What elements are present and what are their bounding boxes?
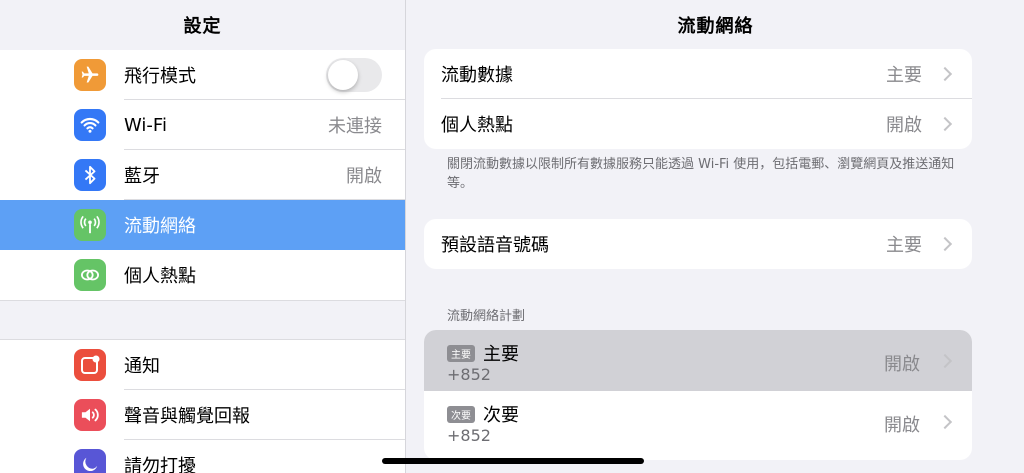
bluetooth-status: 開啟 [346, 166, 382, 187]
row-label: 預設語音號碼 [441, 235, 549, 256]
airplane-icon [74, 59, 106, 91]
row-value: 主要 [886, 65, 922, 86]
group-spacer [0, 300, 405, 340]
sidebar-title: 設定 [183, 16, 222, 37]
wifi-status: 未連接 [328, 116, 382, 137]
row-label: 個人熱點 [441, 115, 513, 136]
personal-hotspot-row[interactable]: 個人熱點 開啟 [424, 99, 972, 149]
sidebar-item-airplane-mode[interactable]: 飛行模式 [0, 50, 405, 100]
sidebar-item-label: 請勿打擾 [124, 456, 196, 473]
toggle-knob [328, 60, 358, 90]
bluetooth-icon [74, 159, 106, 191]
sidebar-item-wifi[interactable]: Wi-Fi 未連接 [0, 100, 405, 150]
plan-number: +852 [447, 426, 491, 445]
sidebar-item-bluetooth[interactable]: 藍牙 開啟 [0, 150, 405, 200]
sidebar-group-notifications: 通知 聲音與觸覺回報 請勿打擾 [0, 340, 405, 473]
sidebar-item-notifications[interactable]: 通知 [0, 340, 405, 390]
chevron-right-icon [937, 116, 953, 132]
cellular-data-footnote: 關閉流動數據以限制所有數據服務只能透過 Wi-Fi 使用，包括電郵、瀏覽網頁及推… [447, 157, 955, 191]
antenna-icon [74, 209, 106, 241]
cellular-data-row[interactable]: 流動數據 主要 [424, 49, 972, 99]
hotspot-icon [74, 259, 106, 291]
sidebar-item-label: 個人熱點 [124, 266, 196, 287]
notification-icon [74, 349, 106, 381]
plan-name: 主要 [483, 344, 519, 365]
cellular-data-card: 流動數據 主要 個人熱點 開啟 [424, 49, 972, 149]
sidebar-item-label: 通知 [124, 356, 160, 377]
cellular-plans-card: 主要 主要 +852 開啟 次要 次要 +852 開啟 [424, 330, 972, 460]
sidebar-item-label: 藍牙 [124, 166, 160, 187]
plan-name: 次要 [483, 405, 519, 426]
chevron-right-icon [937, 414, 953, 429]
detail-title: 流動網絡 [677, 16, 754, 37]
plan-row-secondary[interactable]: 次要 次要 +852 開啟 [424, 391, 972, 452]
moon-icon [74, 449, 106, 473]
settings-sidebar: 設定 飛行模式 Wi-Fi 未連接 藍牙 開啟 流動網絡 個人熱點 通知 聲音與… [0, 0, 406, 473]
row-label: 流動數據 [441, 65, 513, 86]
sidebar-item-cellular[interactable]: 流動網絡 [0, 200, 405, 250]
wifi-icon [74, 109, 106, 141]
sidebar-item-sounds[interactable]: 聲音與觸覺回報 [0, 390, 405, 440]
airplane-mode-toggle[interactable] [326, 58, 382, 92]
chevron-right-icon [937, 66, 953, 82]
sidebar-item-label: Wi-Fi [124, 114, 167, 136]
sidebar-item-hotspot[interactable]: 個人熱點 [0, 250, 405, 300]
sound-icon [74, 399, 106, 431]
sidebar-item-label: 飛行模式 [124, 66, 196, 87]
plan-status: 開啟 [884, 415, 920, 436]
sidebar-item-do-not-disturb[interactable]: 請勿打擾 [0, 440, 405, 473]
sidebar-item-label: 流動網絡 [124, 216, 196, 237]
default-voice-line-row[interactable]: 預設語音號碼 主要 [424, 219, 972, 269]
plans-section-header: 流動網絡計劃 [447, 309, 526, 324]
plan-tag-badge: 次要 [447, 405, 475, 423]
sidebar-item-label: 聲音與觸覺回報 [124, 406, 250, 427]
plan-tag-badge: 主要 [447, 344, 475, 362]
plan-number: +852 [447, 365, 491, 384]
cellular-detail-pane: 流動網絡 流動數據 主要 個人熱點 開啟 關閉流動數據以限制所有數據服務只能透過… [407, 0, 1024, 473]
chevron-right-icon [937, 353, 953, 368]
default-voice-card: 預設語音號碼 主要 [424, 219, 972, 269]
row-value: 主要 [886, 235, 922, 256]
row-value: 開啟 [886, 115, 922, 136]
plan-row-primary[interactable]: 主要 主要 +852 開啟 [424, 330, 972, 391]
sidebar-group-connectivity: 飛行模式 Wi-Fi 未連接 藍牙 開啟 流動網絡 個人熱點 [0, 50, 405, 300]
plan-status: 開啟 [884, 354, 920, 375]
chevron-right-icon [937, 236, 953, 252]
home-indicator[interactable] [382, 458, 644, 464]
